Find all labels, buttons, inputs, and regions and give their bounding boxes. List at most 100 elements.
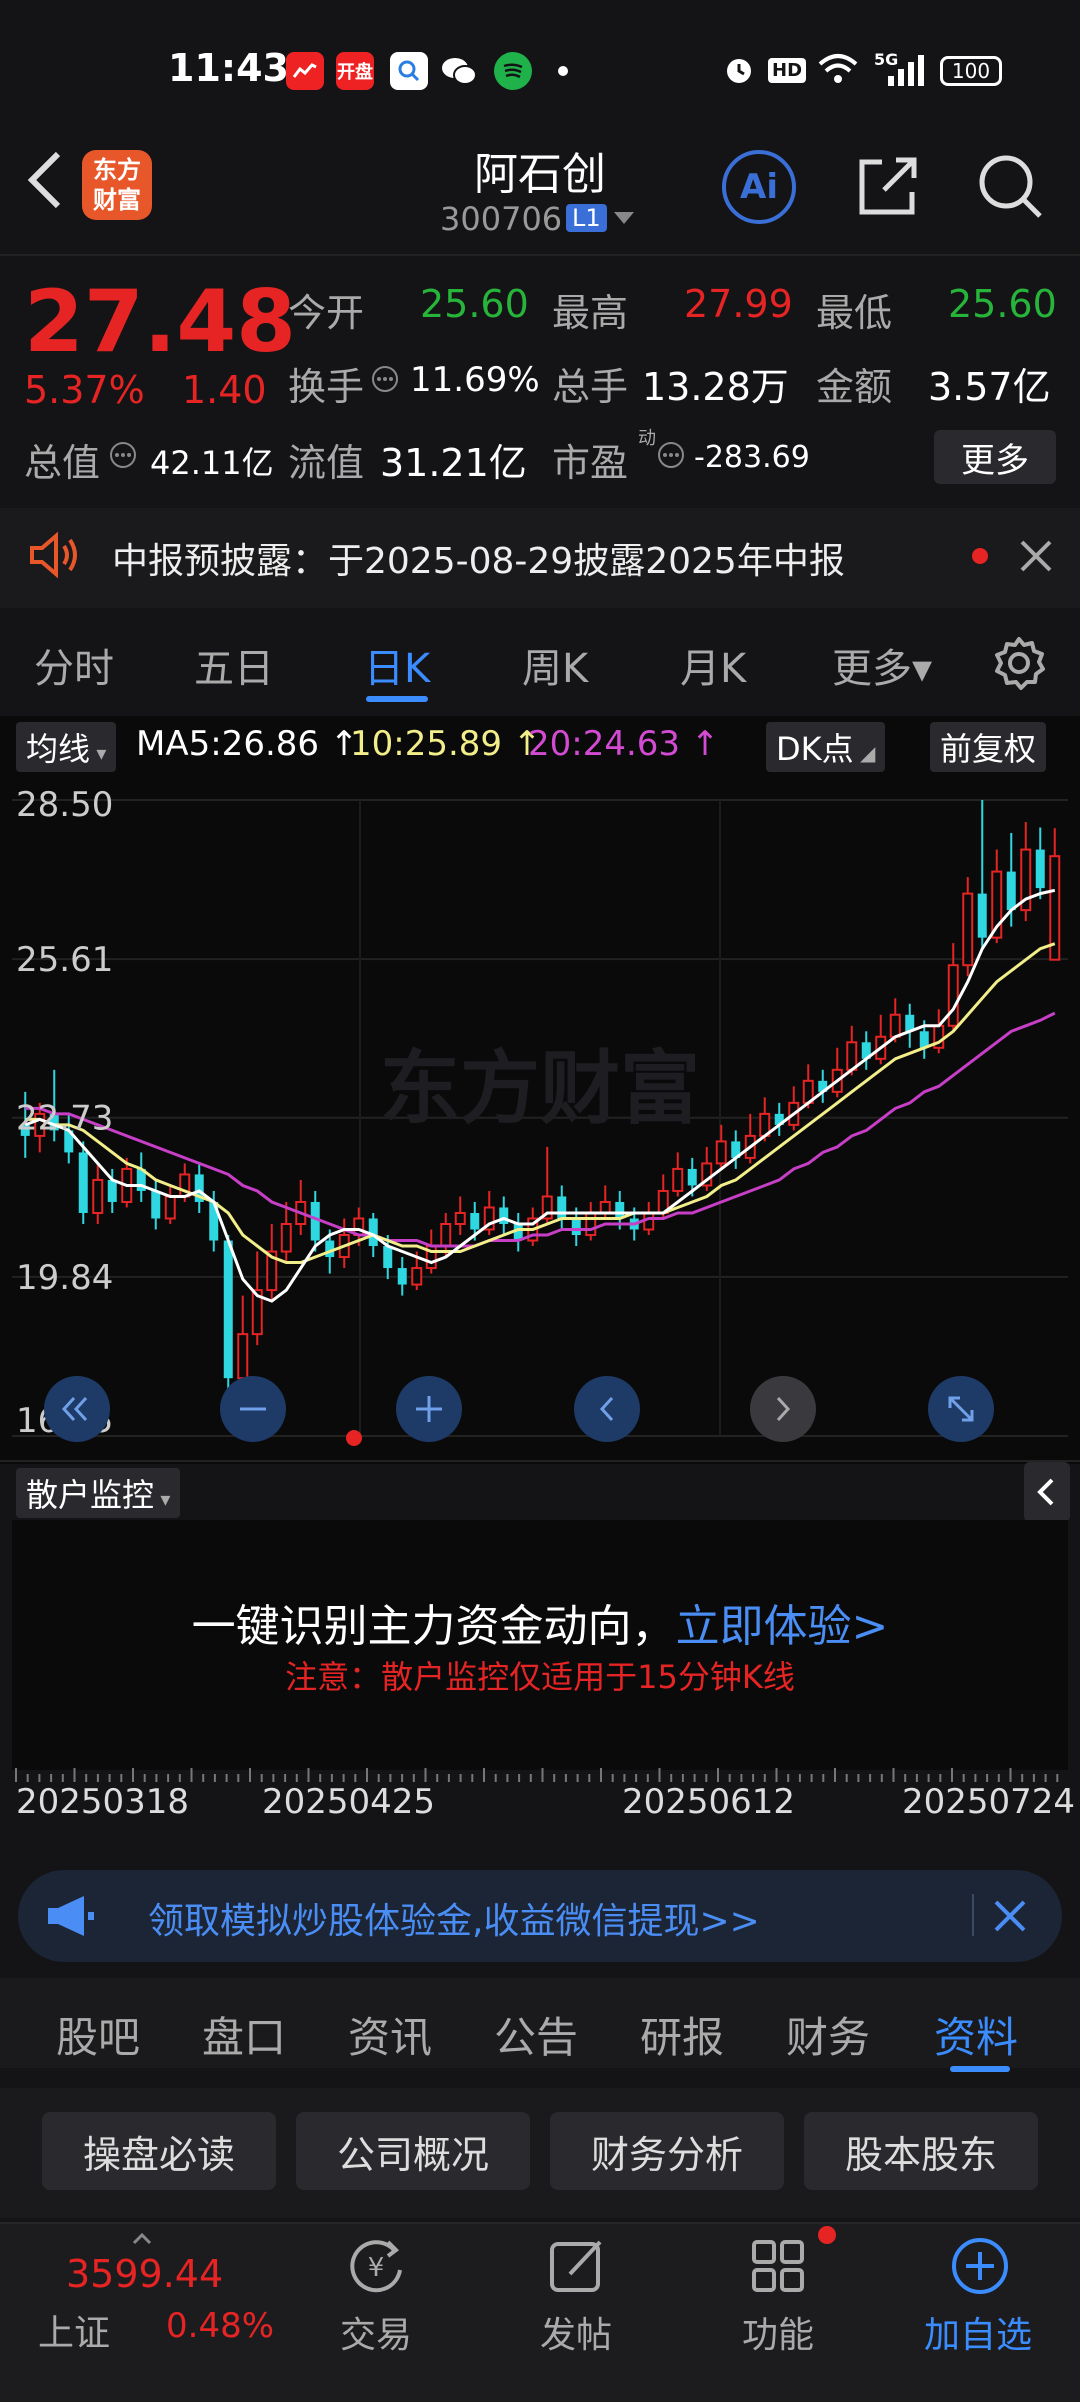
svg-text:¥: ¥ <box>368 2253 385 2283</box>
amount-value: 3.57亿 <box>928 365 1051 409</box>
chip-company-overview[interactable]: 公司概况 <box>296 2112 530 2190</box>
info-icon[interactable] <box>370 364 400 398</box>
candle-body <box>977 893 987 938</box>
expand-icon <box>948 1396 974 1422</box>
add-circle-icon[interactable] <box>948 2236 1012 2300</box>
info-icon[interactable] <box>656 440 686 474</box>
nav-add-watchlist[interactable]: 加自选 <box>924 2306 1032 2358</box>
turnover-value: 11.69% <box>410 360 540 400</box>
search-icon <box>979 155 1042 218</box>
current-price: 27.48 <box>24 272 297 372</box>
tab-pankou[interactable]: 盘口 <box>202 2004 286 2065</box>
collapse-panel-button[interactable] <box>1024 1462 1070 1522</box>
candle <box>585 1201 597 1241</box>
rewind-button[interactable] <box>44 1376 110 1442</box>
chevron-right-icon <box>776 1396 791 1422</box>
share-button[interactable] <box>852 150 924 222</box>
high-label: 最高 <box>552 291 629 335</box>
tab-more[interactable]: 更多▾ <box>832 636 932 694</box>
stock-code[interactable]: 300706 <box>440 200 562 238</box>
candle-body <box>687 1168 697 1186</box>
zoom-out-button[interactable] <box>220 1376 286 1442</box>
settings-button[interactable] <box>990 634 1048 696</box>
tab-weekly-k[interactable]: 周K <box>522 636 588 694</box>
ma10-label: 10:25.89 <box>350 724 503 764</box>
tab-monthly-k[interactable]: 月K <box>680 636 746 694</box>
info-icon[interactable] <box>108 440 138 474</box>
float-mv-value: 31.21亿 <box>380 441 527 485</box>
index-change[interactable]: 0.48% <box>166 2306 274 2346</box>
close-notice-button[interactable] <box>1016 536 1056 580</box>
tab-daily-k[interactable]: 日K <box>364 636 430 694</box>
candle-body <box>440 1223 452 1248</box>
y-tick-label: 25.61 <box>16 940 113 980</box>
tab-news[interactable]: 资讯 <box>348 2004 432 2065</box>
nav-post[interactable]: 发帖 <box>540 2306 612 2358</box>
hd-icon: HD <box>768 58 807 83</box>
tab-intraday[interactable]: 分时 <box>34 636 114 694</box>
ma10-value: 10:25.89 ↑ <box>350 724 542 764</box>
active-tab-indicator <box>366 696 428 702</box>
date-tick: 20250318 <box>16 1782 190 1822</box>
tab-announcements[interactable]: 公告 <box>494 2004 578 2065</box>
dk-point-toggle[interactable]: DK点 ◢ <box>766 722 886 772</box>
tab-five-day[interactable]: 五日 <box>194 636 274 694</box>
sub-indicator-selector[interactable]: 散户监控 ▾ <box>16 1468 181 1518</box>
promo-text[interactable]: 领取模拟炒股体验金,收益微信提现>> <box>148 1892 760 1944</box>
status-time: 11:43 <box>168 46 289 90</box>
pe-value: -283.69 <box>694 440 810 475</box>
kline-chart[interactable]: 东方财富 28.5025.6122.7319.8416.95 <box>0 776 1080 1460</box>
chip-shareholders[interactable]: 股本股东 <box>804 2112 1038 2190</box>
prev-button[interactable] <box>574 1376 640 1442</box>
total-mv-value: 42.11亿 <box>150 444 274 482</box>
candle-body <box>151 1190 161 1219</box>
search-button[interactable] <box>974 150 1046 222</box>
tab-finance[interactable]: 财务 <box>786 2004 870 2065</box>
total-mv-label: 总值 <box>24 441 101 485</box>
grid-icon[interactable] <box>748 2236 812 2300</box>
candle <box>92 1163 104 1224</box>
candle <box>672 1152 684 1197</box>
tab-profile[interactable]: 资料 <box>934 2004 1018 2065</box>
messaging-app-icon <box>494 52 532 90</box>
dropdown-icon[interactable] <box>612 210 636 232</box>
next-button[interactable] <box>750 1376 816 1442</box>
candle <box>1035 827 1045 900</box>
try-now-link[interactable]: 立即体验> <box>676 1601 889 1652</box>
wechat-icon <box>440 52 478 90</box>
candle-body <box>947 964 959 1027</box>
chip-financial-analysis[interactable]: 财务分析 <box>550 2112 784 2190</box>
edit-icon[interactable] <box>546 2236 610 2300</box>
index-name[interactable]: 上证 <box>38 2304 110 2356</box>
zoom-in-button[interactable] <box>396 1376 462 1442</box>
close-promo-button[interactable] <box>990 1896 1030 1940</box>
more-button[interactable]: 更多 <box>934 430 1056 484</box>
candle <box>715 1124 727 1169</box>
candle <box>483 1190 495 1236</box>
tab-research[interactable]: 研报 <box>640 2004 724 2065</box>
nav-trade[interactable]: 交易 <box>340 2306 412 2358</box>
date-tick: 20250724 <box>902 1782 1076 1822</box>
low-label: 最低 <box>816 291 893 335</box>
expand-up-icon[interactable] <box>130 2230 154 2249</box>
ma20-value: 20:24.63 ↑ <box>528 724 720 764</box>
amount-label: 金额 <box>816 365 893 409</box>
candle-body <box>715 1140 727 1165</box>
index-value[interactable]: 3599.44 <box>66 2252 223 2296</box>
candle <box>164 1185 176 1224</box>
pe-label: 市盈 <box>552 441 629 485</box>
fullscreen-button[interactable] <box>928 1376 994 1442</box>
ma-selector[interactable]: 均线 ▾ <box>16 722 117 772</box>
level-badge[interactable]: L1 <box>566 204 607 232</box>
trade-icon[interactable]: ¥ <box>344 2236 408 2300</box>
adjust-selector[interactable]: 前复权 <box>930 722 1047 772</box>
notice-text[interactable]: 中报预披露：于2025-08-29披露2025年中报 <box>112 532 845 584</box>
candle-body <box>454 1211 466 1225</box>
active-info-tab-indicator <box>950 2066 1010 2072</box>
ai-button[interactable]: Ai <box>722 150 796 224</box>
tab-guba[interactable]: 股吧 <box>56 2004 140 2065</box>
chip-must-read[interactable]: 操盘必读 <box>42 2112 276 2190</box>
candle <box>499 1196 509 1236</box>
nav-function[interactable]: 功能 <box>742 2306 814 2358</box>
candle-body <box>599 1200 611 1214</box>
